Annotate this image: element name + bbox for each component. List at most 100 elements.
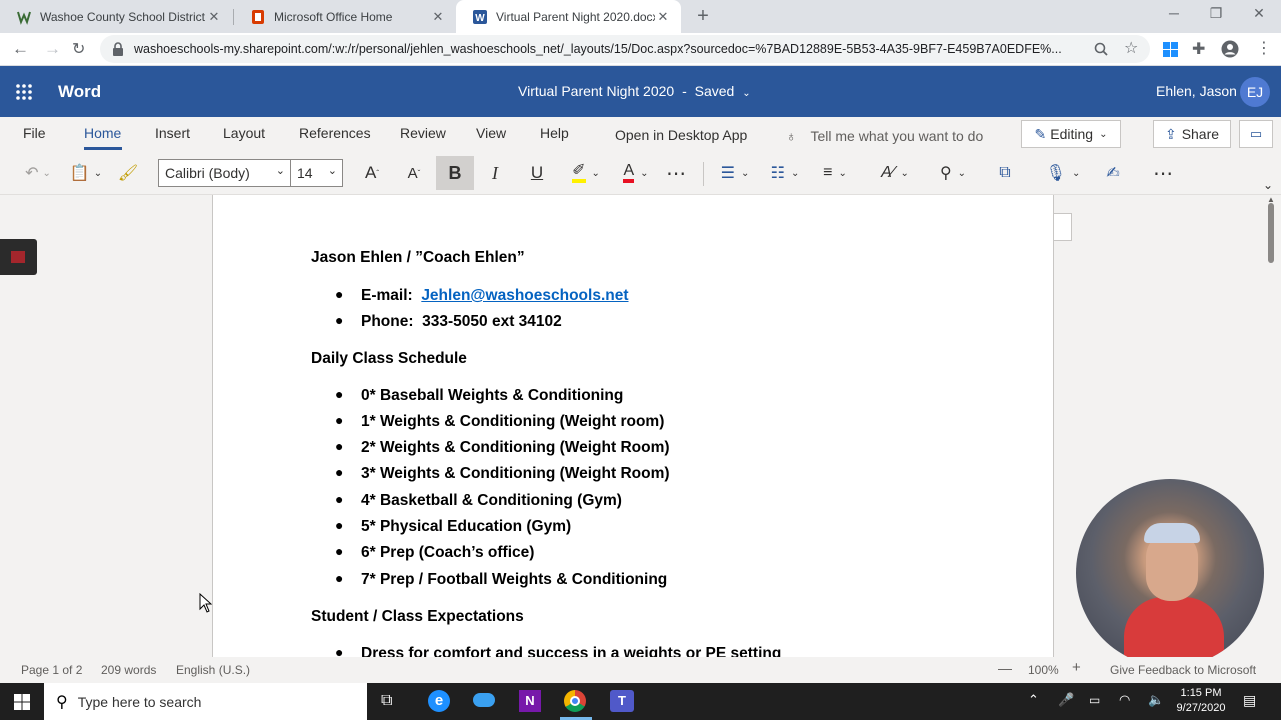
font-color-icon[interactable]: A ⌄ [616,160,656,186]
browser-tab-wcsd[interactable]: Washoe County School District / ✕ [0,0,232,33]
undo-icon[interactable]: ↶ ⌄ [18,160,58,186]
more-font-options-icon[interactable]: ⋯ [664,160,688,186]
comments-icon[interactable]: ▭ [1239,120,1273,148]
tab-home[interactable]: Home [84,125,121,141]
window-close-icon[interactable]: ✕ [1248,5,1270,25]
tab-help[interactable]: Help [540,125,569,141]
reload-icon[interactable]: ↻ [72,39,85,59]
app-name[interactable]: Word [58,82,101,102]
browser-tab-office-home[interactable]: Microsoft Office Home ✕ [234,0,456,33]
align-icon[interactable]: ≡ ⌄ [814,160,856,186]
tab-review[interactable]: Review [400,125,446,141]
user-name[interactable]: Ehlen, Jason [1156,83,1237,99]
language[interactable]: English (U.S.) [176,663,250,677]
reuse-files-icon[interactable]: ⧉ [992,160,1018,186]
forward-icon[interactable]: → [44,39,61,59]
back-icon[interactable]: ← [12,39,29,59]
tab-file[interactable]: File [23,125,46,141]
battery-icon[interactable]: ▭ [1089,693,1100,707]
editor-icon[interactable]: ✍ [1100,160,1126,186]
browser-tab-word-doc[interactable]: W Virtual Parent Night 2020.docx ✕ [456,0,681,33]
bookmark-star-icon[interactable]: ☆ [1124,38,1138,58]
minimize-icon[interactable]: ─ [1163,5,1185,25]
tab-view[interactable]: View [476,125,506,141]
wifi-icon[interactable]: ◠ [1119,692,1130,708]
teams-icon[interactable]: T [610,690,634,712]
browser-menu-icon[interactable]: ⋮ [1256,38,1272,58]
underline-icon[interactable]: U [526,160,548,186]
feedback-link[interactable]: Give Feedback to Microsoft [1110,663,1256,677]
zoom-out-icon[interactable]: — [998,660,1012,676]
document-title[interactable]: Virtual Parent Night 2020 - Saved ⌄ [518,83,751,99]
grow-font-icon[interactable]: Aˆ [360,160,384,186]
microphone-icon[interactable]: 🎤 [1058,692,1074,708]
windows-extension-icon[interactable] [1163,42,1178,57]
italic-icon[interactable]: I [484,160,506,186]
close-icon[interactable]: ✕ [206,9,222,25]
new-tab-button[interactable]: + [692,5,714,27]
collapse-ribbon-icon[interactable]: ⌄ [1263,178,1273,192]
app-launcher-icon[interactable] [15,83,33,101]
find-icon[interactable]: ⚲ ⌄ [932,160,974,186]
word-count[interactable]: 209 words [101,663,156,677]
bullet: ● [335,412,344,428]
zoom-in-icon[interactable]: + [1072,659,1081,676]
dictate-icon[interactable]: 🎙 ⌄ [1042,160,1084,186]
vertical-scrollbar[interactable] [1268,203,1274,263]
edge-icon[interactable]: e [428,690,450,712]
chrome-icon[interactable] [564,690,586,712]
close-icon[interactable]: ✕ [655,9,671,25]
chevron-down-icon: ⌄ [742,88,751,99]
editing-mode-button[interactable]: ✎ Editing ⌄ [1021,120,1121,148]
clock[interactable]: 1:15 PM 9/27/2020 [1170,686,1232,716]
stop-icon[interactable] [11,251,25,263]
doc-title-text: Virtual Parent Night 2020 [518,83,675,99]
profile-icon[interactable] [1221,40,1239,58]
extensions-puzzle-icon[interactable]: ✚ [1192,39,1205,59]
tab-references[interactable]: References [299,125,371,141]
close-icon[interactable]: ✕ [430,9,446,25]
share-button[interactable]: ⇪ Share [1153,120,1231,148]
highlight-icon[interactable]: ✐ ⌄ [566,160,606,186]
schedule-item: 4* Basketball & Conditioning (Gym) [361,492,622,509]
editing-label: Editing [1050,126,1094,142]
svg-text:W: W [475,13,485,24]
zoom-level[interactable]: 100% [1028,663,1059,677]
search-icon: ⚲ [56,693,68,711]
font-size-select[interactable]: 14 ⌄ [290,159,343,187]
address-bar[interactable]: washoeschools-my.sharepoint.com/:w:/r/pe… [100,35,1150,63]
bullets-icon[interactable]: ☰ ⌄ [714,160,756,186]
tab-layout[interactable]: Layout [223,125,265,141]
taskbar-search-box[interactable]: ⚲ Type here to search [44,683,367,720]
numbering-icon[interactable]: ☷ ⌄ [764,160,806,186]
document-page[interactable]: Jason Ehlen / ”Coach Ehlen” ● E-mail: Je… [212,195,1054,657]
notifications-icon[interactable]: ▤ [1243,692,1256,709]
recording-widget[interactable] [0,239,37,275]
tab-insert[interactable]: Insert [155,125,190,141]
restore-icon[interactable]: ❐ [1205,5,1227,25]
user-avatar[interactable]: EJ [1240,77,1270,107]
page-edge-tab [1054,213,1072,241]
windows-start-icon[interactable] [14,694,30,710]
paste-icon[interactable]: 📋 ⌄ [66,160,106,186]
task-view-icon[interactable]: ⧉ [381,692,392,710]
bold-button[interactable]: B [436,156,474,190]
email-link[interactable]: Jehlen@washoeschools.net [421,287,628,304]
bullet: ● [335,644,344,657]
status-bar: Page 1 of 2 209 words English (U.S.) — 1… [0,657,1281,683]
tray-overflow-icon[interactable]: ⌃ [1028,692,1039,708]
scroll-up-icon[interactable]: ▲ [1267,195,1275,204]
styles-icon[interactable]: A⁄ ⌄ [874,160,916,186]
font-name-select[interactable]: Calibri (Body) ⌄ [158,159,291,187]
tell-me-box[interactable]: ♁ Tell me what you want to do [786,124,983,148]
schedule-item: 7* Prep / Football Weights & Conditionin… [361,571,668,588]
zoom-icon[interactable] [1094,42,1108,56]
volume-icon[interactable]: 🔈 [1148,692,1164,708]
open-in-desktop-button[interactable]: Open in Desktop App [615,127,747,143]
shrink-font-icon[interactable]: Aˇ [402,160,426,186]
onedrive-icon[interactable] [473,693,495,707]
more-options-icon[interactable]: ⋯ [1150,160,1176,186]
onenote-icon[interactable]: N [519,690,541,712]
phone-value: 333-5050 ext 34102 [422,313,562,330]
format-painter-icon[interactable]: 🖌 [116,160,140,186]
